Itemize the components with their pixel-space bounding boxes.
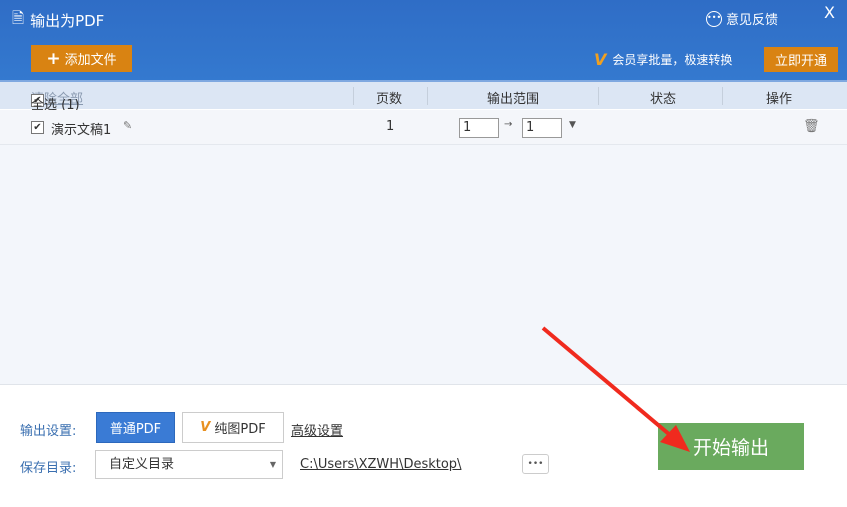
- red-arrow-annotation: [541, 326, 690, 452]
